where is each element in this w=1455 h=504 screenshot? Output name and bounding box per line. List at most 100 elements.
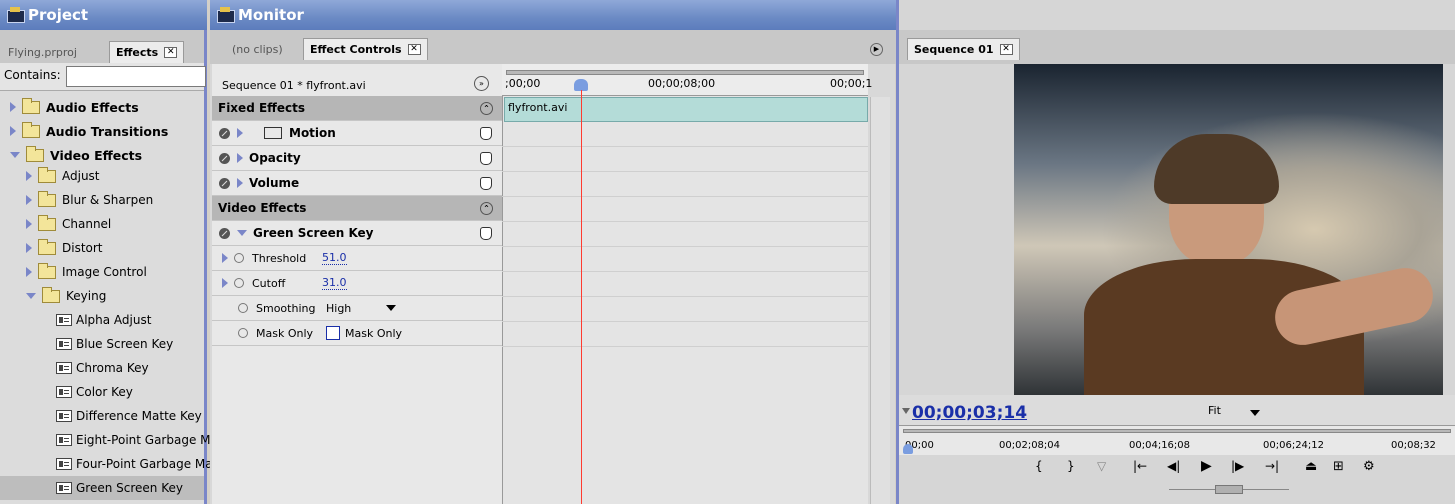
go-to-in-icon[interactable]: |← xyxy=(1133,459,1147,473)
tree-blue-screen-key[interactable]: Blue Screen Key xyxy=(56,332,173,356)
program-ruler[interactable]: 00;00 00;02;08;04 00;04;16;08 00;06;24;1… xyxy=(899,425,1455,455)
dropdown-arrow-icon[interactable] xyxy=(1250,410,1260,416)
collapse-arrow-icon[interactable] xyxy=(26,293,36,299)
mark-in-icon[interactable]: { xyxy=(1035,459,1043,473)
tree-audio-effects[interactable]: Audio Effects xyxy=(10,95,139,119)
panel-menu-icon[interactable]: ▶ xyxy=(870,43,883,56)
expand-arrow-icon[interactable] xyxy=(237,178,243,188)
step-forward-icon[interactable]: |▶ xyxy=(1231,459,1244,473)
toggle-effect-icon[interactable] xyxy=(219,127,230,139)
smoothing-select[interactable]: High xyxy=(326,302,386,315)
play-icon[interactable]: ▶ xyxy=(1201,458,1212,474)
tree-color-key[interactable]: Color Key xyxy=(56,380,133,404)
expand-arrow-icon[interactable] xyxy=(237,153,243,163)
go-to-out-icon[interactable]: →| xyxy=(1265,459,1279,473)
extract-icon[interactable]: ⊞ xyxy=(1333,459,1344,474)
current-time-indicator[interactable] xyxy=(581,90,582,504)
vertical-scrollbar[interactable] xyxy=(870,97,890,504)
volume-row[interactable]: Volume xyxy=(212,171,502,196)
collapse-icon[interactable]: ⌃ xyxy=(480,201,493,215)
playhead-icon[interactable] xyxy=(903,444,913,454)
tab-flying-prproj[interactable]: Flying.prproj xyxy=(2,41,83,63)
tree-adjust[interactable]: Adjust xyxy=(26,164,100,188)
cutoff-value[interactable]: 31.0 xyxy=(322,276,347,290)
clip-path-row: Sequence 01 * flyfront.avi » xyxy=(212,64,502,96)
param-label: Mask Only xyxy=(256,326,314,340)
toggle-effect-icon[interactable] xyxy=(219,152,230,164)
tree-green-screen-key[interactable]: Green Screen Key xyxy=(0,476,204,500)
dropdown-arrow-icon[interactable] xyxy=(386,305,396,311)
collapse-arrow-icon[interactable] xyxy=(10,152,20,158)
stopwatch-icon[interactable] xyxy=(234,278,244,288)
expand-arrow-icon[interactable] xyxy=(222,253,228,263)
tree-difference-matte-key[interactable]: Difference Matte Key xyxy=(56,404,202,428)
step-back-icon[interactable]: ◀| xyxy=(1167,459,1180,473)
expand-arrow-icon[interactable] xyxy=(26,195,32,205)
project-icon xyxy=(6,7,25,23)
tree-blur-sharpen[interactable]: Blur & Sharpen xyxy=(26,188,153,212)
reset-icon[interactable] xyxy=(480,226,492,240)
tab-effect-controls[interactable]: Effect Controls ✕ xyxy=(303,38,428,60)
timecode-arrow-icon[interactable] xyxy=(902,408,910,414)
effect-timeline-ruler[interactable]: ;00;00 00;00;08;00 00;00;1 xyxy=(502,64,872,96)
current-timecode[interactable]: 00;00;03;14 xyxy=(912,403,1027,423)
opacity-row[interactable]: Opacity xyxy=(212,146,502,171)
motion-row[interactable]: Motion xyxy=(212,121,502,146)
tree-eight-point-garbage[interactable]: Eight-Point Garbage M xyxy=(56,428,211,452)
expand-arrow-icon[interactable] xyxy=(222,278,228,288)
reset-icon[interactable] xyxy=(480,126,492,140)
close-icon[interactable]: ✕ xyxy=(164,47,178,58)
video-effects-header[interactable]: Video Effects ⌃ xyxy=(212,196,502,221)
effect-icon xyxy=(56,338,72,350)
green-screen-key-row[interactable]: Green Screen Key xyxy=(212,221,502,246)
threshold-value[interactable]: 51.0 xyxy=(322,251,347,265)
mask-only-checkbox[interactable] xyxy=(326,326,340,340)
stopwatch-icon[interactable] xyxy=(234,253,244,263)
mark-out-icon[interactable]: } xyxy=(1067,459,1075,473)
show-timeline-icon[interactable]: » xyxy=(474,76,489,91)
tree-audio-transitions[interactable]: Audio Transitions xyxy=(10,119,168,143)
contains-search-input[interactable] xyxy=(66,66,206,87)
expand-arrow-icon[interactable] xyxy=(26,219,32,229)
collapse-arrow-icon[interactable] xyxy=(237,230,247,236)
tab-no-clips[interactable]: (no clips) xyxy=(226,38,289,60)
zoom-bar[interactable] xyxy=(903,429,1451,433)
tree-channel[interactable]: Channel xyxy=(26,212,111,236)
expand-arrow-icon[interactable] xyxy=(10,102,16,112)
zoom-bar[interactable] xyxy=(506,70,864,75)
expand-arrow-icon[interactable] xyxy=(10,126,16,136)
tree-image-control[interactable]: Image Control xyxy=(26,260,147,284)
contains-label: Contains: xyxy=(4,68,61,82)
expand-arrow-icon[interactable] xyxy=(26,171,32,181)
clip-bar[interactable]: flyfront.avi xyxy=(504,97,868,122)
reset-icon[interactable] xyxy=(480,176,492,190)
export-frame-icon[interactable]: ⚙ xyxy=(1363,459,1375,474)
tree-keying[interactable]: Keying xyxy=(26,284,106,308)
reset-icon[interactable] xyxy=(480,151,492,165)
tab-effects[interactable]: Effects ✕ xyxy=(109,41,185,63)
close-icon[interactable]: ✕ xyxy=(407,44,421,55)
tab-label: Effects xyxy=(116,46,159,59)
divider xyxy=(502,321,868,322)
tree-alpha-adjust[interactable]: Alpha Adjust xyxy=(56,308,151,332)
toggle-effect-icon[interactable] xyxy=(219,227,230,239)
close-icon[interactable]: ✕ xyxy=(999,44,1013,55)
ruler-label: 00;06;24;12 xyxy=(1263,440,1325,451)
tree-four-point-garbage[interactable]: Four-Point Garbage Ma xyxy=(56,452,213,476)
expand-arrow-icon[interactable] xyxy=(26,267,32,277)
stopwatch-icon[interactable] xyxy=(238,328,248,338)
collapse-icon[interactable]: ⌃ xyxy=(480,101,493,115)
tree-distort[interactable]: Distort xyxy=(26,236,103,260)
toggle-effect-icon[interactable] xyxy=(219,177,230,189)
lift-icon[interactable]: ⏏ xyxy=(1305,459,1317,474)
zoom-select[interactable]: Fit xyxy=(1208,404,1221,417)
expand-arrow-icon[interactable] xyxy=(26,243,32,253)
shuttle-slider[interactable] xyxy=(1215,485,1243,494)
tree-chroma-key[interactable]: Chroma Key xyxy=(56,356,149,380)
stopwatch-icon[interactable] xyxy=(238,303,248,313)
fixed-effects-header[interactable]: Fixed Effects ⌃ xyxy=(212,96,502,121)
tab-label: (no clips) xyxy=(232,42,283,56)
tab-sequence-01[interactable]: Sequence 01 ✕ xyxy=(907,38,1020,60)
set-marker-icon[interactable]: ▽ xyxy=(1097,459,1106,473)
expand-arrow-icon[interactable] xyxy=(237,128,243,138)
